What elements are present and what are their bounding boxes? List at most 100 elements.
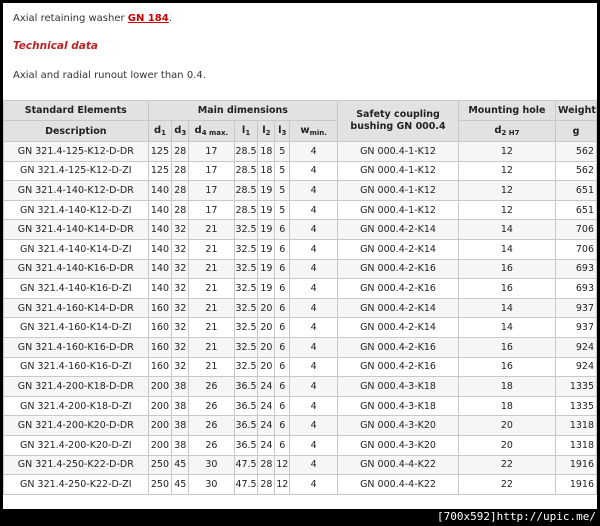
cell-bushing: GN 000.4-3-K18 [337,376,459,397]
cell-w: 4 [289,376,339,397]
cell-bushing: GN 000.4-3-K20 [337,434,459,456]
cell-d4: 21 [188,238,235,260]
cell-l1: 47.5 [233,454,259,476]
cell-l3: 5 [274,160,291,182]
cell-d4: 21 [188,258,235,280]
cell-l3: 6 [274,356,291,378]
cell-d4: 30 [188,454,235,476]
cell-w: 4 [289,317,339,338]
cell-d2: 12 [457,141,556,162]
table-row: GN 321.4-250-K22-D-ZI 250 45 30 47.5 28 12 4 GN … [3,474,597,495]
cell-d1: 140 [147,238,173,260]
cell-d1: 140 [147,219,173,240]
cell-g: 1335 [554,395,597,417]
source-url[interactable]: http://upic.me/ [497,510,596,523]
cell-d4: 21 [188,336,235,358]
header-d3: d3 [171,120,190,142]
cell-d2: 16 [457,258,556,280]
cell-d2: 12 [457,199,556,221]
table-row: GN 321.4-200-K20-D-ZI 200 38 26 36.5 24 6 4 GN 0… [3,434,597,456]
cell-bushing: GN 000.4-4-K22 [337,454,459,476]
cell-l2: 19 [257,258,276,280]
cell-bushing: GN 000.4-2-K16 [337,278,459,299]
cell-d3: 28 [171,141,190,162]
cell-g: 1318 [554,434,597,456]
cell-d2: 14 [457,238,556,260]
cell-d4: 26 [188,376,235,397]
cell-l3: 6 [274,317,291,338]
cell-desc: GN 321.4-140-K16-D-ZI [3,278,149,299]
cell-w: 4 [289,415,339,436]
cell-d4: 21 [188,317,235,338]
cell-l1: 32.5 [233,238,259,260]
cell-bushing: GN 000.4-3-K20 [337,415,459,436]
cell-desc: GN 321.4-200-K20-D-ZI [3,434,149,456]
cell-l1: 32.5 [233,317,259,338]
cell-d2: 12 [457,180,556,201]
gn-184-link[interactable]: GN 184 [128,13,169,24]
cell-l3: 12 [274,454,291,476]
cell-d4: 26 [188,415,235,436]
cell-d3: 38 [171,415,190,436]
cell-desc: GN 321.4-125-K12-D-DR [3,141,149,162]
table-row: GN 321.4-160-K14-D-ZI 160 32 21 32.5 20 6 4 GN 0… [3,317,597,338]
cell-d2: 16 [457,278,556,299]
cell-l3: 6 [274,376,291,397]
header-l2: l2 [257,120,276,142]
cell-g: 562 [554,141,597,162]
cell-d4: 21 [188,297,235,319]
cell-g: 562 [554,160,597,182]
cell-l3: 5 [274,180,291,201]
cell-l2: 20 [257,297,276,319]
cell-l2: 18 [257,141,276,162]
cell-desc: GN 321.4-160-K16-D-DR [3,336,149,358]
cell-l3: 6 [274,434,291,456]
cell-bushing: GN 000.4-1-K12 [337,141,459,162]
cell-l1: 28.5 [233,141,259,162]
cell-desc: GN 321.4-250-K22-D-DR [3,454,149,476]
cell-l2: 20 [257,356,276,378]
cell-desc: GN 321.4-140-K14-D-ZI [3,238,149,260]
page-content: Axial retaining washer GN 184. Technical… [3,3,597,509]
cell-d1: 140 [147,278,173,299]
cell-d3: 45 [171,454,190,476]
cell-l2: 19 [257,199,276,221]
intro-line: Axial retaining washer GN 184. [13,13,172,24]
cell-desc: GN 321.4-200-K20-D-DR [3,415,149,436]
cell-w: 4 [289,238,339,260]
cell-desc: GN 321.4-140-K12-D-DR [3,180,149,201]
cell-desc: GN 321.4-160-K16-D-ZI [3,356,149,378]
header-description: Description [3,120,149,142]
cell-g: 924 [554,356,597,378]
table-row: GN 321.4-140-K16-D-DR 140 32 21 32.5 19 6 4 GN 0… [3,258,597,280]
table-row: GN 321.4-160-K16-D-DR 160 32 21 32.5 20 6 4 GN 0… [3,336,597,358]
cell-l1: 28.5 [233,160,259,182]
cell-d2: 20 [457,415,556,436]
cell-l1: 32.5 [233,297,259,319]
cell-d3: 45 [171,474,190,495]
cell-bushing: GN 000.4-2-K14 [337,238,459,260]
cell-d2: 18 [457,395,556,417]
table-row: GN 321.4-140-K14-D-DR 140 32 21 32.5 19 6 4 GN 0… [3,219,597,240]
cell-w: 4 [289,199,339,221]
cell-l2: 20 [257,317,276,338]
cell-l1: 32.5 [233,219,259,240]
cell-l3: 5 [274,199,291,221]
cell-g: 937 [554,297,597,319]
cell-g: 706 [554,238,597,260]
cell-bushing: GN 000.4-2-K16 [337,258,459,280]
cell-bushing: GN 000.4-4-K22 [337,474,459,495]
cell-d4: 17 [188,160,235,182]
cell-g: 1916 [554,474,597,495]
cell-bushing: GN 000.4-1-K12 [337,199,459,221]
cell-w: 4 [289,336,339,358]
cell-l3: 5 [274,141,291,162]
cell-bushing: GN 000.4-1-K12 [337,160,459,182]
cell-d3: 32 [171,219,190,240]
table-row: GN 321.4-160-K16-D-ZI 160 32 21 32.5 20 6 4 GN 0… [3,356,597,378]
cell-l3: 6 [274,297,291,319]
table-row: GN 321.4-200-K20-D-DR 200 38 26 36.5 24 6 4 GN 0… [3,415,597,436]
cell-l1: 36.5 [233,434,259,456]
cell-d4: 17 [188,199,235,221]
header-mounting-hole: Mounting hole [457,100,556,121]
